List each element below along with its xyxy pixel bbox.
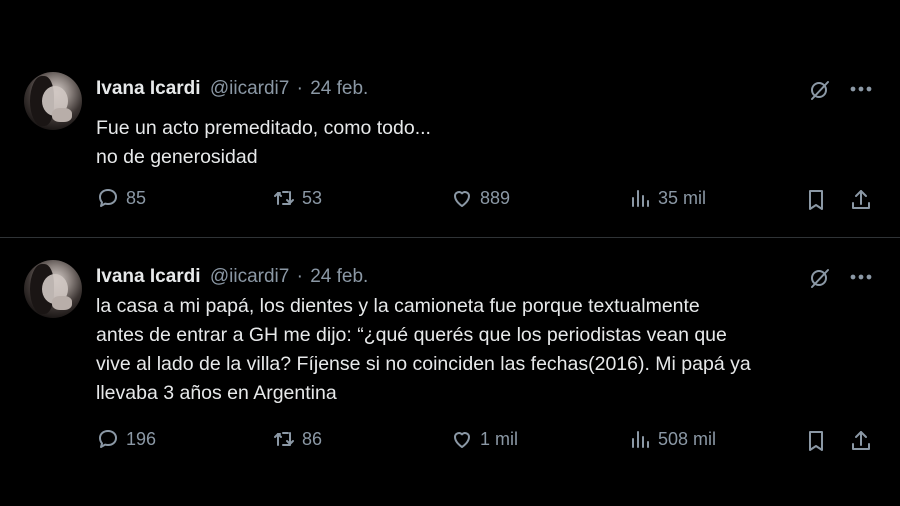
views-count: 35 mil xyxy=(658,187,707,208)
views-button[interactable]: 35 mil xyxy=(628,186,706,210)
retweet-button[interactable]: 86 xyxy=(272,427,322,451)
tweet-date[interactable]: 24 feb. xyxy=(310,78,368,99)
author-handle[interactable]: @iicardi7 xyxy=(210,266,289,287)
tweet-text: Fue un acto premeditado, como todo... no… xyxy=(96,114,886,172)
tweet-header: Ivana Icardi @iicardi7 · 24 feb. xyxy=(96,266,368,288)
avatar[interactable] xyxy=(24,72,82,130)
bookmark-icon[interactable] xyxy=(804,429,828,453)
tweet-date[interactable]: 24 feb. xyxy=(310,266,368,287)
tweet-text-line: la casa a mi papá, los dientes y la cami… xyxy=(96,295,700,317)
like-count: 889 xyxy=(480,187,511,208)
tweet-actions: 85 53 889 35 mil xyxy=(0,186,900,216)
author-handle[interactable]: @iicardi7 xyxy=(210,78,289,99)
retweet-icon xyxy=(274,432,294,446)
tweet-header: Ivana Icardi @iicardi7 · 24 feb. xyxy=(96,78,368,100)
views-icon xyxy=(632,431,649,448)
like-button[interactable]: 1 mil xyxy=(450,427,518,451)
reply-button[interactable]: 196 xyxy=(96,427,156,451)
more-options-icon[interactable] xyxy=(848,78,874,100)
retweet-button[interactable]: 53 xyxy=(272,186,322,210)
reply-icon xyxy=(99,430,117,448)
grok-icon[interactable] xyxy=(808,266,832,290)
divider xyxy=(0,237,900,238)
share-icon[interactable] xyxy=(849,188,873,212)
tweet-text-line: vive al lado de la villa? Fíjense si no … xyxy=(96,353,751,375)
like-count: 1 mil xyxy=(480,428,519,449)
author-name[interactable]: Ivana Icardi xyxy=(96,78,201,99)
tweet-text: la casa a mi papá, los dientes y la cami… xyxy=(96,292,886,408)
like-button[interactable]: 889 xyxy=(450,186,510,210)
share-icon[interactable] xyxy=(849,429,873,453)
avatar[interactable] xyxy=(24,260,82,318)
reply-count: 196 xyxy=(126,428,157,449)
heart-icon xyxy=(454,432,470,448)
views-count: 508 mil xyxy=(658,428,717,449)
tweet[interactable]: Ivana Icardi @iicardi7 · 24 feb. la casa… xyxy=(0,240,900,506)
tweet-text-line: llevaba 3 años en Argentina xyxy=(96,382,337,404)
views-icon xyxy=(632,190,649,207)
more-options-icon[interactable] xyxy=(848,266,874,288)
reply-icon xyxy=(99,189,117,207)
tweet-actions: 196 86 1 mil 508 mil xyxy=(0,427,900,457)
tweet[interactable]: Ivana Icardi @iicardi7 · 24 feb. Fue un … xyxy=(0,52,900,238)
grok-icon[interactable] xyxy=(808,78,832,102)
retweet-count: 86 xyxy=(302,428,323,449)
retweet-count: 53 xyxy=(302,187,323,208)
separator-dot: · xyxy=(296,78,303,99)
author-name[interactable]: Ivana Icardi xyxy=(96,266,201,287)
heart-icon xyxy=(454,191,470,207)
views-button[interactable]: 508 mil xyxy=(628,427,716,451)
tweet-text-line: no de generosidad xyxy=(96,146,258,168)
retweet-icon xyxy=(274,191,294,205)
bookmark-icon[interactable] xyxy=(804,188,828,212)
reply-count: 85 xyxy=(126,187,147,208)
avatar-hand xyxy=(52,108,72,122)
tweet-text-line: antes de entrar a GH me dijo: “¿qué quer… xyxy=(96,324,727,346)
separator-dot: · xyxy=(296,266,303,287)
tweet-text-line: Fue un acto premeditado, como todo... xyxy=(96,117,431,139)
reply-button[interactable]: 85 xyxy=(96,186,146,210)
avatar-hand xyxy=(52,296,72,310)
